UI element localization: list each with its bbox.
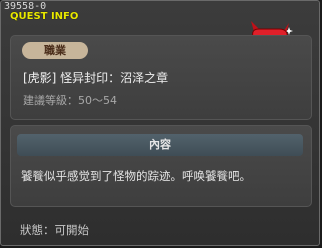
quest-info-window: 39558-0 QUEST INFO 職業 [虎影] 怪异封印：沼泽之章 建議等… (0, 0, 320, 246)
content-description: 饕餮似乎感觉到了怪物的踪迹。呼唤饕餮吧。 (21, 169, 251, 183)
job-badge: 職業 (22, 42, 88, 59)
content-header: 內容 (17, 134, 303, 156)
quest-status: 狀態：可開始 (20, 223, 89, 237)
window-title: QUEST INFO (10, 11, 79, 22)
recommended-level: 建議等級：50～54 (23, 94, 117, 107)
quest-name: [虎影] 怪异封印：沼泽之章 (23, 71, 169, 85)
quest-content-card: 內容 饕餮似乎感觉到了怪物的踪迹。呼唤饕餮吧。 (10, 125, 312, 207)
quest-summary-card: 職業 [虎影] 怪异封印：沼泽之章 建議等級：50～54 (10, 35, 312, 120)
